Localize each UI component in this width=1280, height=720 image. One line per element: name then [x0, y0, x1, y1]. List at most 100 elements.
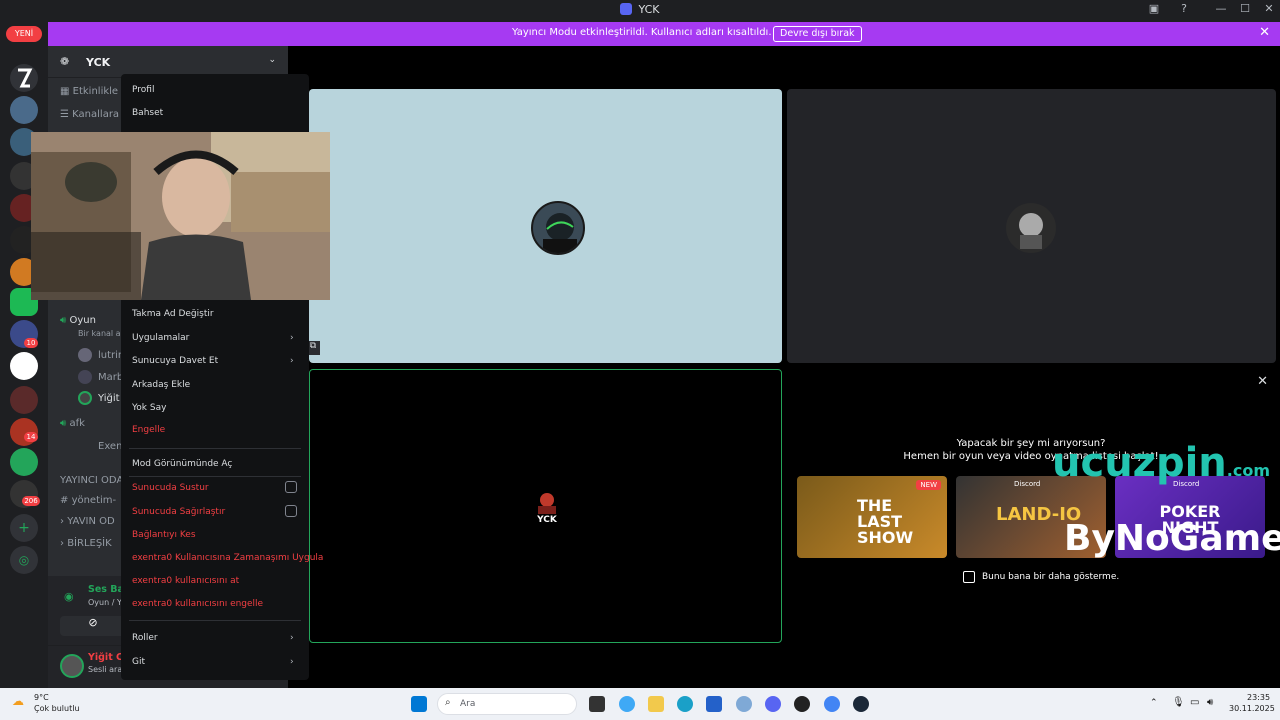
steam-icon[interactable]	[853, 696, 869, 712]
menu-item-go[interactable]: Git ›	[132, 657, 294, 667]
ucuzpin-watermark: ucuzpin.com	[1052, 440, 1270, 486]
dont-show-checkbox[interactable]	[963, 571, 975, 583]
avatar	[531, 201, 585, 255]
file-explorer-icon[interactable]	[648, 696, 664, 712]
participant-tile[interactable]	[787, 89, 1276, 363]
avatar[interactable]	[60, 654, 84, 678]
chevron-up-icon[interactable]: ⌃	[1150, 698, 1158, 708]
display-icon[interactable]: ▭	[1190, 697, 1199, 708]
game-card[interactable]: NEW THE LAST SHOW	[797, 476, 947, 558]
task-view-icon[interactable]	[589, 696, 605, 712]
menu-item-server-mute[interactable]: Sunucuda Sustur	[132, 481, 297, 493]
channel-row[interactable]: # yönetim-	[60, 495, 116, 506]
store-icon[interactable]	[706, 696, 722, 712]
watermark-text: ucuzpin	[1052, 440, 1227, 486]
channel-row[interactable]: ▦ Etkinlikle	[60, 86, 118, 97]
menu-item-mod-view[interactable]: Mod Görünümünde Aç	[132, 459, 232, 469]
copilot-icon[interactable]	[619, 696, 635, 712]
obs-icon[interactable]	[794, 696, 810, 712]
voice-member[interactable]: Marb	[78, 370, 123, 384]
voice-channel-oyun[interactable]: 🔊︎ Oyun	[60, 315, 96, 326]
voice-member[interactable]: lutrin	[78, 348, 124, 362]
category-label: YAVIN OD	[67, 516, 115, 527]
menu-item-ignore[interactable]: Yok Say	[132, 403, 166, 413]
menu-item-ban[interactable]: exentra0 kullanıcısını engelle	[132, 599, 263, 609]
start-icon[interactable]	[411, 696, 427, 712]
menu-item-change-nickname[interactable]: Takma Ad Değiştir	[132, 309, 214, 319]
participant-tile-speaking[interactable]: YCK	[309, 369, 782, 643]
server-icon[interactable]	[10, 386, 38, 414]
help-icon[interactable]: ?	[1175, 2, 1193, 18]
category-header[interactable]: › BİRLEŞİK	[60, 538, 112, 549]
menu-item-invite[interactable]: Sunucuya Davet Et ›	[132, 356, 294, 366]
window-title-text: YCK	[638, 3, 660, 16]
server-icon[interactable]	[10, 448, 38, 476]
activity-suggestion-panel: ✕ Yapacak bir şey mi arıyorsun? Hemen bi…	[786, 370, 1280, 642]
clock-date[interactable]: 30.11.2025	[1229, 704, 1275, 713]
maximize-button[interactable]: ☐	[1236, 2, 1254, 18]
menu-item-block[interactable]: Engelle	[132, 425, 165, 435]
voice-member[interactable]: Yiğit	[78, 391, 120, 405]
hash-icon: #	[60, 495, 72, 506]
new-badge: YENİ	[6, 26, 42, 42]
chrome-icon[interactable]	[824, 696, 840, 712]
taskbar-search[interactable]: ⌕ Ara	[437, 693, 577, 715]
webcam-overlay	[31, 132, 330, 300]
voice-channel-afk[interactable]: 🔊︎ afk	[60, 418, 85, 429]
inbox-icon[interactable]: ▣	[1145, 2, 1163, 18]
menu-item-profile[interactable]: Profil	[132, 85, 154, 95]
server-icon[interactable]	[10, 64, 38, 92]
checkbox[interactable]	[285, 481, 297, 493]
mention-badge: 14	[24, 432, 38, 442]
chevron-down-icon: ⌄	[268, 55, 276, 65]
server-rail: 10 14 206 + ◎	[0, 22, 48, 688]
member-name: Marb	[98, 372, 124, 383]
checkbox[interactable]	[285, 505, 297, 517]
menu-item-label: Sunucuda Sağırlaştır	[132, 507, 226, 517]
channel-label: yönetim-	[71, 495, 117, 506]
menu-item-label: Roller	[132, 633, 158, 643]
menu-item-apps[interactable]: Uygulamalar ›	[132, 333, 294, 343]
menu-item-label: Git	[132, 657, 146, 667]
volume-icon[interactable]: 🔊︎	[1207, 697, 1213, 708]
server-icon[interactable]	[10, 96, 38, 124]
menu-item-disconnect[interactable]: Bağlantıyı Kes	[132, 530, 196, 540]
menu-item-kick[interactable]: exentra0 kullanıcısını at	[132, 576, 239, 586]
menu-item-roles[interactable]: Roller ›	[132, 633, 294, 643]
svg-text:YCK: YCK	[536, 515, 558, 524]
close-banner-icon[interactable]: ✕	[1259, 25, 1270, 40]
add-server-icon[interactable]: +	[10, 514, 38, 542]
menu-item-label: Sunucuda Sustur	[132, 483, 209, 493]
settings-icon[interactable]	[736, 696, 752, 712]
camera-off-button[interactable]: ⊘	[60, 616, 126, 636]
close-icon[interactable]: ✕	[1257, 374, 1268, 389]
webcam-feed	[31, 132, 330, 300]
discord-icon[interactable]	[765, 696, 781, 712]
server-icon[interactable]	[10, 352, 38, 380]
microphone-icon[interactable]: 🎙︎	[1172, 697, 1185, 708]
category-header[interactable]: YAYINCI ODAL	[60, 475, 129, 486]
menu-item-label: Sunucuya Davet Et	[132, 356, 219, 366]
disable-streamer-mode-button[interactable]: Devre dışı bırak	[773, 26, 862, 42]
menu-item-server-deafen[interactable]: Sunucuda Sağırlaştır	[132, 505, 297, 517]
close-window-button[interactable]: ✕	[1260, 2, 1278, 18]
minimize-button[interactable]: —	[1212, 2, 1230, 18]
menu-item-add-friend[interactable]: Arkadaş Ekle	[132, 380, 190, 390]
weather-icon[interactable]: ☁	[12, 694, 24, 708]
discover-icon[interactable]: ◎	[10, 546, 38, 574]
channel-row[interactable]: ☰ Kanallara	[60, 109, 119, 120]
dont-show-label: Bunu bana bir daha gösterme.	[982, 572, 1120, 582]
clock-time[interactable]: 23:35	[1247, 693, 1270, 702]
discord-icon	[620, 3, 633, 15]
edge-icon[interactable]	[677, 696, 693, 712]
menu-item-timeout[interactable]: exentra0 Kullanıcısına Zamanaşımı Uygula	[132, 553, 323, 563]
chevron-right-icon: ›	[290, 657, 294, 667]
category-header[interactable]: › YAVIN OD	[60, 516, 115, 527]
menu-item-mention[interactable]: Bahset	[132, 108, 163, 118]
participant-tile[interactable]	[309, 89, 782, 363]
search-icon: ⌕	[445, 697, 451, 708]
game-title: THE LAST SHOW	[857, 496, 914, 547]
search-placeholder: Ara	[460, 699, 476, 709]
signal-icon: ◉	[64, 590, 74, 603]
chevron-right-icon: ›	[290, 356, 294, 366]
